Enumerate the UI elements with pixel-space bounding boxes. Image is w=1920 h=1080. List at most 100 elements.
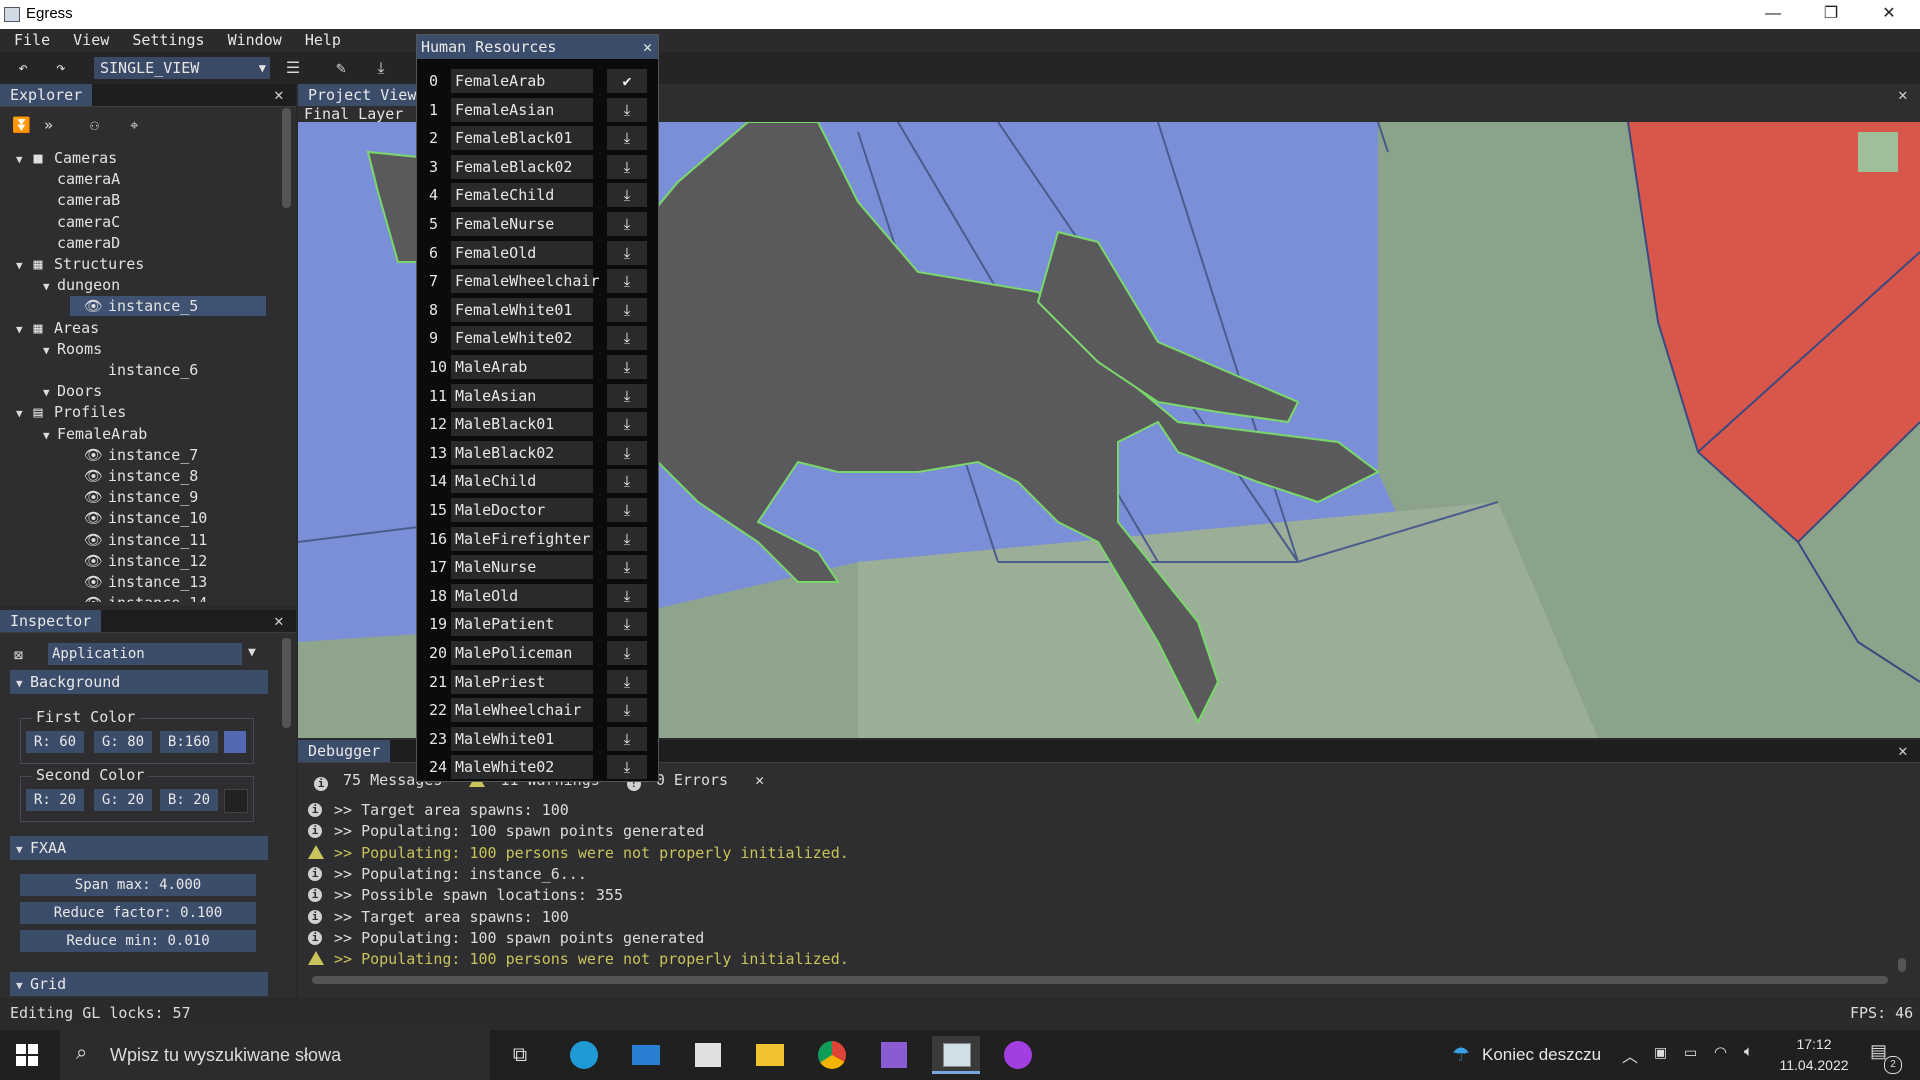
cloud-download-icon[interactable]: ⤓: [607, 469, 647, 494]
hr-row-name[interactable]: MaleNurse: [451, 555, 593, 580]
menu-window[interactable]: Window: [228, 29, 282, 52]
hr-row-name[interactable]: MaleBlack01: [451, 412, 593, 437]
taskbar-search-box[interactable]: ⌕ Wpisz tu wyszukiwane słowa: [60, 1030, 490, 1080]
expand-arrow-icon[interactable]: ▼: [43, 426, 57, 446]
cloud-download-icon[interactable]: ⤓: [607, 755, 647, 780]
background-section-header[interactable]: ▼ Background: [10, 670, 268, 694]
redo-icon[interactable]: ↷: [48, 56, 74, 80]
close-icon[interactable]: ✕: [1898, 740, 1908, 762]
expand-arrow-icon[interactable]: ▼: [43, 277, 57, 297]
fxaa-reduce-min-field[interactable]: Reduce min: 0.010: [20, 930, 256, 952]
cloud-download-icon[interactable]: ⤓: [607, 212, 647, 236]
second-color-b-field[interactable]: B: 20: [160, 789, 218, 811]
inspector-tab[interactable]: Inspector: [0, 610, 102, 632]
eye-icon[interactable]: 👁︎: [84, 551, 103, 571]
hr-row-name[interactable]: FemaleWhite02: [451, 326, 593, 351]
eye-icon[interactable]: 👁︎: [84, 487, 103, 507]
visual-studio-icon[interactable]: [870, 1036, 918, 1074]
cloud-download-icon[interactable]: ⤓: [607, 526, 647, 551]
edit-icon[interactable]: ✎: [328, 56, 354, 80]
chevron-up-icon[interactable]: ︿: [1622, 1043, 1638, 1067]
tree-item-camerab[interactable]: cameraB: [43, 190, 266, 210]
info-icon[interactable]: i: [314, 777, 328, 791]
add-person-icon[interactable]: ⚇: [90, 116, 99, 134]
menu-settings[interactable]: Settings: [132, 29, 204, 52]
cloud-download-icon[interactable]: ⤓: [607, 326, 647, 351]
expand-arrow-icon[interactable]: ▼: [43, 383, 57, 403]
messenger-icon[interactable]: [994, 1036, 1042, 1074]
inspector-scrollbar[interactable]: [282, 638, 291, 728]
menu-file[interactable]: File: [14, 29, 50, 52]
hr-row-name[interactable]: MalePriest: [451, 669, 593, 694]
close-icon[interactable]: ✕: [274, 610, 284, 632]
expand-arrow-icon[interactable]: ▼: [16, 256, 30, 276]
hr-row-name[interactable]: FemaleAsian: [451, 97, 593, 122]
tree-item-profiles[interactable]: ▼ ▤ Profiles: [16, 402, 266, 422]
hr-row-name[interactable]: MaleChild: [451, 469, 593, 494]
cloud-download-icon[interactable]: ⤓: [607, 612, 647, 637]
tree-item-instance_5[interactable]: 👁︎ instance_5: [70, 296, 266, 317]
second-color-r-field[interactable]: R: 20: [26, 789, 84, 811]
close-window-button[interactable]: ✕: [1860, 0, 1918, 29]
eye-icon[interactable]: 👁︎: [84, 572, 103, 592]
hr-row-name[interactable]: MaleOld: [451, 583, 593, 608]
wifi-icon[interactable]: ◠: [1714, 1043, 1727, 1061]
store-icon[interactable]: [684, 1036, 732, 1074]
edge-browser-icon[interactable]: [560, 1036, 608, 1074]
tree-item-cameras[interactable]: ▼ ■ Cameras: [16, 148, 266, 168]
tree-item-structures[interactable]: ▼ ▦ Structures: [16, 254, 266, 274]
first-color-swatch[interactable]: [224, 731, 246, 753]
cloud-download-icon[interactable]: ⤓: [607, 383, 647, 408]
cloud-download-icon[interactable]: ⤓: [607, 498, 647, 522]
egress-app-icon[interactable]: [932, 1036, 980, 1074]
cloud-download-icon[interactable]: ⤓: [607, 669, 647, 694]
save-icon[interactable]: ⤓: [368, 56, 394, 80]
hr-row-name[interactable]: MaleBlack02: [451, 440, 593, 465]
cloud-download-icon[interactable]: ⤓: [607, 97, 647, 122]
project-view-tab[interactable]: Project View: [298, 84, 427, 106]
fxaa-span-max-field[interactable]: Span max: 4.000: [20, 874, 256, 896]
cloud-download-icon[interactable]: ⤓: [607, 440, 647, 465]
tree-item-instance_8[interactable]: 👁︎ instance_8: [70, 466, 266, 486]
hr-row-name[interactable]: MalePoliceman: [451, 641, 593, 665]
hr-row-name[interactable]: MaleFirefighter: [451, 526, 593, 551]
clock[interactable]: 17:12 11.04.2022: [1776, 1034, 1852, 1076]
menu-view[interactable]: View: [73, 29, 109, 52]
cloud-download-icon[interactable]: ⤓: [607, 583, 647, 608]
tree-item-instance_6[interactable]: instance_6: [70, 360, 266, 380]
tree-item-instance_9[interactable]: 👁︎ instance_9: [70, 487, 266, 507]
cloud-download-icon[interactable]: ⤓: [607, 641, 647, 665]
mail-icon[interactable]: [622, 1036, 670, 1074]
first-color-g-field[interactable]: G: 80: [94, 731, 152, 753]
collapse-all-icon[interactable]: ⏬: [12, 116, 31, 134]
hr-row-name[interactable]: MalePatient: [451, 612, 593, 637]
tree-item-instance_14[interactable]: 👁︎ instance_14: [70, 593, 266, 602]
hr-row-name[interactable]: FemaleWheelchair: [451, 269, 600, 294]
hr-row-name[interactable]: MaleAsian: [451, 383, 593, 408]
layout-icon[interactable]: ☰: [280, 56, 306, 80]
cloud-download-icon[interactable]: ⤓: [607, 297, 647, 322]
task-view-icon[interactable]: ⧉: [496, 1036, 544, 1074]
cloud-download-icon[interactable]: ⤓: [607, 555, 647, 580]
hr-row-name[interactable]: FemaleBlack01: [451, 126, 593, 151]
first-color-b-field[interactable]: B:160: [160, 731, 218, 753]
restore-button[interactable]: ❐: [1802, 0, 1860, 29]
hr-row-name[interactable]: MaleWhite01: [451, 726, 593, 751]
expand-icon[interactable]: »: [44, 116, 53, 134]
hr-row-name[interactable]: FemaleOld: [451, 240, 593, 265]
tree-item-instance_11[interactable]: 👁︎ instance_11: [70, 530, 266, 550]
grid-section-header[interactable]: ▼ Grid: [10, 972, 268, 996]
undo-icon[interactable]: ↶: [10, 56, 36, 80]
hr-row-name[interactable]: FemaleBlack02: [451, 154, 593, 179]
hr-row-name[interactable]: MaleDoctor: [451, 498, 593, 522]
tree-item-cameraa[interactable]: cameraA: [43, 169, 266, 189]
tree-item-dungeon[interactable]: ▼ dungeon: [43, 275, 266, 295]
windows-start-icon[interactable]: [16, 1044, 38, 1066]
tree-item-camerad[interactable]: cameraD: [43, 233, 266, 253]
tree-item-doors[interactable]: ▼ Doors: [43, 381, 266, 401]
weather-icon[interactable]: ☂: [1452, 1042, 1470, 1067]
fxaa-section-header[interactable]: ▼ FXAA: [10, 836, 268, 860]
hr-row-name[interactable]: FemaleChild: [451, 183, 593, 208]
explorer-tab[interactable]: Explorer: [0, 84, 93, 106]
expand-arrow-icon[interactable]: ▼: [16, 320, 30, 340]
